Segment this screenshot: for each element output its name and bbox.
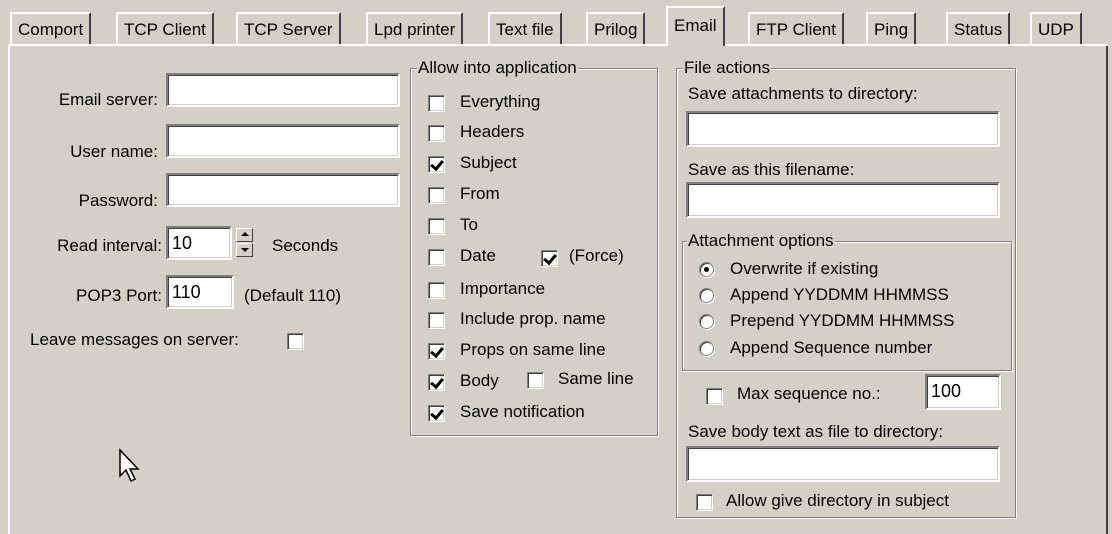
read-interval-up-button[interactable] [236, 228, 253, 242]
allow-checkbox-label: Importance [460, 279, 546, 298]
read-interval-label: Read interval: [57, 236, 162, 255]
pop3-port-label: POP3 Port: [76, 286, 162, 305]
attachment-options-title: Attachment options [687, 231, 835, 251]
mouse-cursor-icon [119, 448, 140, 483]
read-interval-input[interactable]: 10 [166, 226, 232, 260]
allow-checkbox[interactable] [428, 282, 445, 299]
allow-checkbox-label: Date [460, 246, 496, 265]
allow-checkbox[interactable] [428, 343, 445, 360]
pop3-default-label: (Default 110) [244, 286, 342, 305]
attachment-option-label: Overwrite if existing [730, 259, 879, 278]
allow-checkbox[interactable] [428, 405, 445, 422]
email-server-input[interactable] [166, 73, 400, 107]
email-server-label: Email server: [58, 90, 158, 109]
force-checkbox[interactable] [541, 250, 558, 267]
panel-top-border [748, 44, 1108, 46]
allow-directory-label: Allow give directory in subject [726, 491, 949, 510]
max-sequence-checkbox[interactable] [706, 388, 723, 405]
seconds-label: Seconds [272, 236, 339, 255]
file-actions-title: File actions [683, 58, 771, 78]
save-body-label: Save body text as file to directory: [688, 422, 944, 441]
arrow-up-icon [241, 232, 249, 236]
save-filename-input[interactable] [686, 182, 1000, 218]
allow-checkbox-label: Save notification [460, 402, 585, 421]
allow-checkbox-label: Headers [460, 122, 525, 141]
attachment-option-label: Append Sequence number [730, 338, 933, 357]
allow-checkbox[interactable] [428, 187, 445, 204]
tab-ping[interactable]: Ping [866, 12, 917, 44]
save-attachments-label: Save attachments to directory: [688, 84, 918, 103]
tab-tcp-client[interactable]: TCP Client [116, 12, 214, 44]
attachment-option-radio[interactable] [699, 341, 714, 356]
save-body-input[interactable] [686, 446, 1000, 482]
password-input[interactable] [166, 173, 400, 207]
tab-tcp-server[interactable]: TCP Server [236, 12, 341, 44]
allow-checkbox-label: Include prop. name [460, 309, 606, 328]
allow-checkbox[interactable] [428, 95, 445, 112]
attachment-option-label: Append YYDDMM HHMMSS [730, 285, 949, 304]
allow-checkbox-label: Props on same line [460, 340, 606, 359]
allow-checkbox-label: From [460, 184, 500, 203]
attachment-option-radio[interactable] [699, 262, 714, 277]
leave-messages-checkbox[interactable] [287, 333, 304, 350]
tab-status[interactable]: Status [946, 12, 1011, 44]
force-label: (Force) [569, 246, 624, 265]
same-line-checkbox[interactable] [527, 372, 544, 389]
arrow-down-icon [241, 248, 249, 252]
leave-messages-label: Leave messages on server: [30, 330, 239, 349]
allow-checkbox[interactable] [428, 125, 445, 142]
allow-checkbox-label: To [460, 215, 478, 234]
tab-lpd-printer[interactable]: Lpd printer [366, 12, 464, 44]
allow-checkbox-label: Everything [460, 92, 541, 111]
allow-into-application-title: Allow into application [417, 58, 578, 78]
read-interval-down-button[interactable] [236, 243, 253, 257]
same-line-label: Same line [558, 369, 634, 388]
allow-checkbox[interactable] [428, 156, 445, 173]
allow-checkbox[interactable] [428, 312, 445, 329]
attachment-option-radio[interactable] [699, 288, 714, 303]
tab-udp[interactable]: UDP [1030, 12, 1082, 44]
panel-top-border [8, 44, 668, 46]
tab-prilog[interactable]: Prilog [586, 12, 646, 44]
allow-checkbox[interactable] [428, 249, 445, 266]
attachment-option-radio[interactable] [699, 314, 714, 329]
user-name-input[interactable] [166, 124, 400, 158]
tab-email[interactable]: Email [666, 6, 725, 46]
pop3-port-input[interactable]: 110 [166, 275, 234, 309]
allow-checkbox[interactable] [428, 374, 445, 391]
allow-directory-checkbox[interactable] [696, 494, 713, 511]
tab-comport[interactable]: Comport [10, 12, 92, 44]
allow-checkbox-label: Subject [460, 153, 517, 172]
allow-checkbox[interactable] [428, 218, 445, 235]
tab-ftp-client[interactable]: FTP Client [748, 12, 844, 44]
allow-checkbox-label: Body [460, 371, 499, 390]
max-sequence-input[interactable]: 100 [925, 374, 1001, 410]
max-sequence-label: Max sequence no.: [737, 384, 881, 403]
save-attachments-input[interactable] [686, 111, 1000, 147]
user-name-label: User name: [70, 142, 158, 161]
attachment-option-label: Prepend YYDDMM HHMMSS [730, 311, 955, 330]
password-label: Password: [78, 191, 158, 210]
save-filename-label: Save as this filename: [688, 160, 855, 179]
tab-text-file[interactable]: Text file [488, 12, 562, 44]
